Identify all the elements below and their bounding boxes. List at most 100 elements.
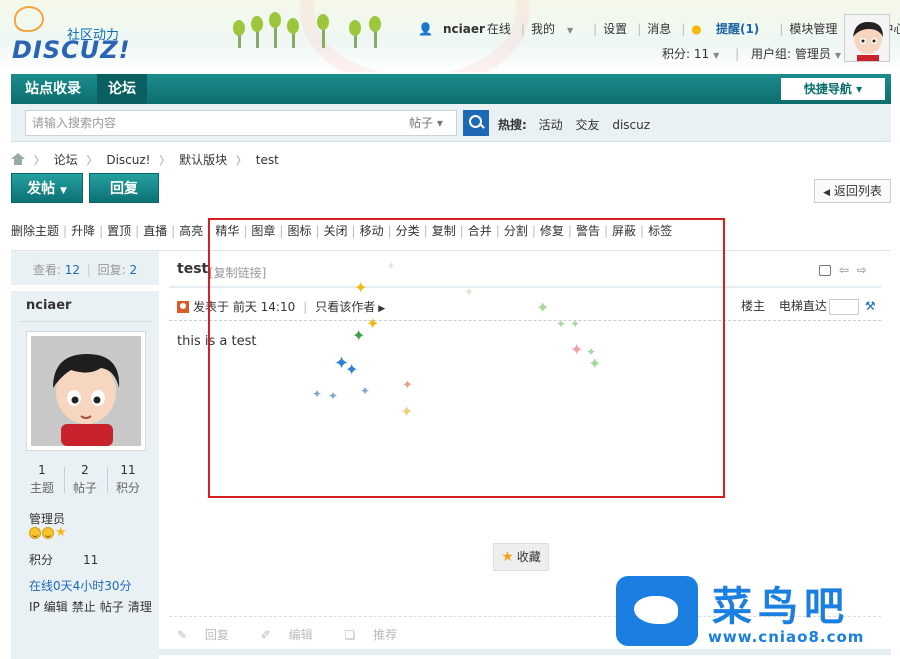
sparkle-icon: ✦ (556, 317, 567, 331)
next-thread-icon[interactable]: ⇨ (857, 263, 867, 277)
edit-user-link[interactable]: 编辑 (44, 600, 68, 614)
new-post-button[interactable]: 发帖 ▼ (11, 173, 83, 203)
sparkle-icon: ✦ (352, 326, 366, 345)
posts-count[interactable]: 2 帖子 (64, 463, 106, 496)
ban-link[interactable]: 禁止 (72, 600, 96, 614)
module-mgmt-link[interactable]: 模块管理 (789, 20, 837, 37)
user-icon: 👤 (418, 22, 433, 36)
chevron-down-icon: ▼ (566, 26, 574, 35)
print-icon[interactable] (819, 265, 831, 276)
sparkle-icon: ✦ (328, 389, 339, 403)
sparkle-icon: ✦ (400, 402, 414, 421)
breadcrumb-default-board[interactable]: 默认版块 (179, 153, 227, 167)
mod-live[interactable]: 直播 (143, 222, 167, 239)
breadcrumb-forum[interactable]: 论坛 (54, 153, 78, 167)
hot-label: 热搜: (498, 118, 527, 132)
quick-nav-button[interactable]: 快捷导航 ▾ (781, 78, 885, 100)
thread-stats: 查看: 12 | 回复: 2 (32, 263, 138, 277)
author-avatar[interactable] (26, 331, 146, 451)
floor-jump-input[interactable] (828, 298, 859, 315)
sparkle-icon: ✦ (464, 285, 475, 299)
author-counts: 1 主题 2 帖子 11 积分 (21, 463, 149, 497)
wrench-icon[interactable]: ⚒ (865, 299, 876, 313)
online-time: 在线0天4小时30分 (29, 579, 132, 593)
remind-link[interactable]: ● 提醒(1) (691, 20, 769, 37)
trees-decoration (230, 12, 390, 48)
mod-stick[interactable]: 置顶 (107, 222, 131, 239)
floor-controls: 楼主 电梯直达 ⚒ (741, 297, 876, 315)
views-count: 12 (64, 263, 80, 277)
main-nav: 站点收录 论坛 快捷导航 ▾ (11, 74, 891, 104)
credits-menu[interactable]: 积分: 11 (662, 47, 709, 61)
reply-action[interactable]: ✎ 回复 (177, 628, 243, 642)
star-icon: ★ (55, 525, 67, 540)
search-button[interactable] (463, 110, 489, 136)
chevron-left-icon: ◀ (823, 188, 831, 198)
author-name[interactable]: nciaer (26, 298, 71, 313)
sparkle-icon: ✦ (345, 360, 359, 379)
replies-count: 2 (129, 263, 138, 277)
user-links: 👤nciaer在线|我的▼|设置|消息|● 提醒(1)|模块管理|管理中心|退出 (418, 20, 900, 36)
breadcrumb-thread[interactable]: test (256, 153, 279, 167)
online-status: 在线 (486, 22, 511, 36)
prev-thread-icon[interactable]: ⇦ (839, 263, 849, 277)
mod-bump[interactable]: 升降 (71, 222, 95, 239)
user-credit-row: 积分: 11 ▼ | 用户组: 管理员 ▼ (662, 47, 842, 61)
back-to-list-button[interactable]: ◀ 返回列表 (814, 179, 891, 203)
user-avatar[interactable] (844, 14, 890, 62)
star-icon: ★ (501, 549, 514, 565)
sparkle-icon: ✦ (354, 278, 368, 297)
search-type-select[interactable]: 帖子 ▾ (409, 111, 443, 135)
sparkle-icon: ✦ (360, 384, 371, 398)
sparkle-icon: ✦ (402, 378, 413, 393)
settings-link[interactable]: 设置 (603, 20, 627, 37)
favorite-button[interactable]: ★ 收藏 (493, 543, 549, 571)
mod-delete-thread[interactable]: 删除主题 (11, 222, 59, 239)
reply-icon: ✎ (177, 628, 188, 642)
site-logo[interactable]: DISCUZ! (12, 36, 131, 64)
smiley-icon (29, 527, 41, 539)
home-icon[interactable] (11, 153, 25, 165)
thread-title: test (177, 261, 209, 277)
topics-count[interactable]: 1 主题 (21, 463, 63, 496)
sparkle-icon: ✦ (386, 259, 397, 273)
sparkle-icon: ✦ (588, 354, 602, 373)
usergroup-menu[interactable]: 用户组: 管理员 (751, 47, 831, 61)
hot-item[interactable]: discuz (612, 118, 650, 132)
nav-item-site-collect[interactable]: 站点收录 (25, 74, 97, 104)
messages-link[interactable]: 消息 (647, 20, 671, 37)
hot-item[interactable]: 交友 (575, 118, 599, 132)
breadcrumb-discuz[interactable]: Discuz! (106, 153, 150, 167)
bird-icon (634, 596, 678, 624)
breadcrumb: 〉 论坛 〉 Discuz! 〉 默认版块 〉 test (11, 151, 284, 168)
ip-link[interactable]: IP (29, 600, 40, 614)
user-posts-link[interactable]: 帖子 (100, 600, 124, 614)
sparkle-icon: ✦ (366, 314, 380, 333)
bulb-icon: ● (691, 22, 702, 36)
my-menu[interactable]: 我的 ▼ (531, 20, 583, 37)
site-header: 社区动力 DISCUZ! 👤 nciaer 在线 | 我的 ▼ | 设置 | 消息 | ● 提醒(1)… (0, 0, 900, 72)
sparkle-icon: ✦ (536, 298, 550, 317)
hot-item[interactable]: 活动 (539, 118, 563, 132)
search-input[interactable]: 请输入搜索内容 (25, 110, 457, 136)
mod-highlight[interactable]: 高亮 (179, 222, 203, 239)
hot-searches: 热搜: 活动 交友 discuz (498, 116, 659, 133)
credits-count[interactable]: 11 积分 (107, 463, 149, 496)
nav-item-forum[interactable]: 论坛 (97, 74, 147, 104)
username-link[interactable]: nciaer (443, 22, 485, 36)
author-credit: 积分 11 (29, 553, 99, 567)
post-author-sidebar: 查看: 12 | 回复: 2 nciaer 1 主题 2 帖子 11 积分 管理… (11, 251, 159, 659)
post-actions: ✎ 回复 ✐ 编辑 ❏ 推荐 (177, 626, 425, 643)
smiley-icon (42, 527, 54, 539)
watermark-text: 菜鸟吧 (712, 583, 850, 630)
jump-label: 电梯直达 (778, 299, 827, 313)
highlight-box (208, 218, 725, 498)
recommend-icon: ❏ (344, 628, 356, 642)
edit-action[interactable]: ✐ 编辑 (261, 628, 327, 642)
recommend-action[interactable]: ❏ 推荐 (344, 628, 411, 642)
sparkle-icon: ✦ (312, 387, 323, 401)
clean-link[interactable]: 清理 (128, 600, 152, 614)
online-user-icon (177, 301, 189, 313)
chevron-down-icon: ▼ (59, 186, 67, 196)
reply-button[interactable]: 回复 (89, 173, 159, 203)
